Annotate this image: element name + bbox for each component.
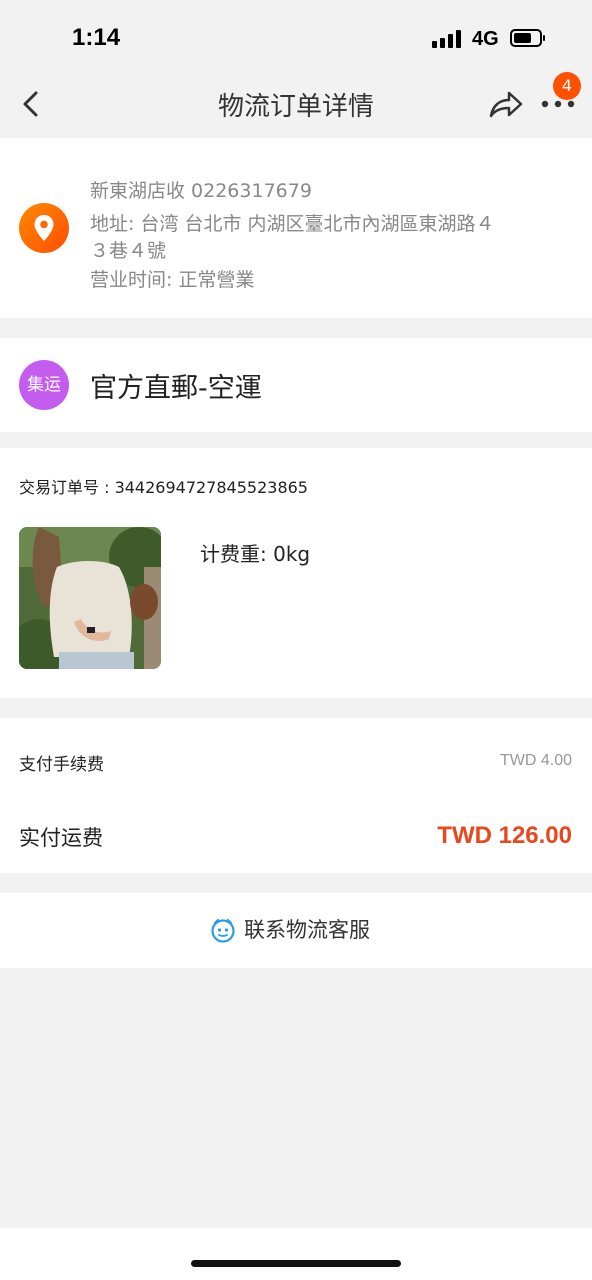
- customer-service-icon: [210, 917, 236, 943]
- address-line-2: ３巷４號: [90, 240, 167, 262]
- share-icon[interactable]: [488, 88, 524, 120]
- shipping-method: 官方直郵-空運: [90, 373, 262, 404]
- location-icon: [19, 203, 69, 253]
- actual-shipping-label: 实付运费: [19, 826, 103, 850]
- store-recipient-line: 新東湖店收 0226317679: [90, 180, 312, 202]
- status-time: 1:14: [72, 24, 121, 51]
- product-image[interactable]: [19, 527, 161, 669]
- business-hours-line: 营业时间: 正常營業: [90, 269, 255, 291]
- billing-weight: 计费重: 0kg: [200, 542, 311, 566]
- bottom-safe-area: [0, 1228, 592, 1280]
- consolidation-badge: 集运: [19, 360, 69, 410]
- order-number: 交易订单号 : 3442694727845523865: [19, 478, 308, 497]
- payment-fee-value: TWD 4.00: [499, 752, 572, 769]
- home-indicator[interactable]: [191, 1260, 401, 1267]
- network-type: 4G: [472, 28, 499, 50]
- signal-icon: [432, 30, 464, 48]
- notification-badge: 4: [553, 72, 581, 100]
- address-line-1: 地址: 台湾 台北市 内湖区臺北市內湖區東湖路４: [90, 213, 495, 235]
- actual-shipping-value: TWD 126.00: [437, 822, 572, 849]
- shipping-method-card: [0, 338, 592, 432]
- payment-fee-label: 支付手续费: [19, 755, 104, 775]
- battery-icon: [510, 29, 546, 47]
- contact-logistics-label[interactable]: 联系物流客服: [244, 914, 370, 944]
